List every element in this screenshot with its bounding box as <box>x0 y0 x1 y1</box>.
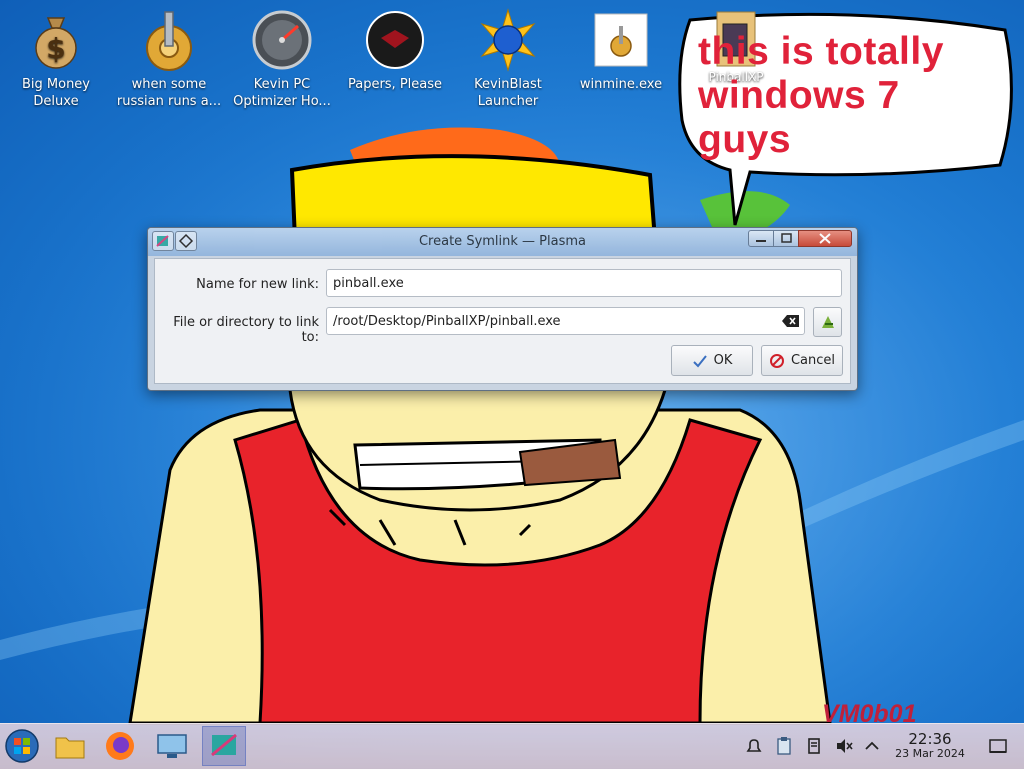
executable-file-icon <box>594 13 648 67</box>
browse-button[interactable] <box>813 307 842 337</box>
checkmark-icon <box>692 354 707 367</box>
desktop-icon-big-money-deluxe[interactable]: $ Big Money Deluxe <box>0 8 112 110</box>
starburst-globe-icon <box>480 8 536 72</box>
name-label: Name for new link: <box>196 277 319 292</box>
firefox-icon <box>106 732 134 760</box>
minimize-button[interactable] <box>748 230 774 247</box>
taskbar-create-symlink-window[interactable] <box>202 726 246 766</box>
dialog-content: Name for new link: pinball.exe File or d… <box>154 258 851 384</box>
ok-label: OK <box>713 353 733 368</box>
cancel-label: Cancel <box>790 353 836 368</box>
notifications-bell-icon[interactable] <box>744 736 764 756</box>
desktop-icon-kevin-pc-optimizer[interactable]: Kevin PC Optimizer Ho... <box>226 8 338 110</box>
close-button[interactable] <box>798 230 852 247</box>
desktop-icon-kevinblast-launcher[interactable]: KevinBlast Launcher <box>452 8 564 110</box>
close-icon <box>819 233 831 244</box>
open-folder-icon <box>821 316 834 328</box>
kde-app-icon <box>211 733 237 757</box>
clipboard-icon[interactable] <box>774 736 794 756</box>
maximize-button[interactable] <box>773 230 799 247</box>
cancel-icon <box>769 353 784 368</box>
monitor-settings-icon <box>157 734 187 758</box>
desktop-icon-label: Papers, Please <box>347 77 443 92</box>
minimize-icon <box>756 240 766 242</box>
money-bag-icon: $ <box>35 17 77 69</box>
taskbar <box>0 723 1024 769</box>
speech-bubble-text: this is totally windows 7 guys <box>698 30 944 161</box>
desktop-icon-label: Big Money Deluxe <box>21 77 90 109</box>
clock-time[interactable]: 22:36 <box>890 730 970 748</box>
gear-icon <box>146 11 192 71</box>
clock-date[interactable]: 23 Mar 2024 <box>884 747 976 760</box>
desktop-icon-label: when some russian runs a... <box>116 77 222 109</box>
create-symlink-dialog: Create Symlink — Plasma Name for new lin… <box>147 227 858 391</box>
show-desktop-icon[interactable] <box>988 736 1008 756</box>
chevron-up-icon[interactable] <box>862 736 882 756</box>
name-input[interactable]: pinball.exe <box>326 269 842 297</box>
desktop-icon-russian-runs[interactable]: when some russian runs a... <box>113 8 225 110</box>
device-notifier-icon[interactable] <box>804 736 824 756</box>
taskbar-firefox[interactable] <box>98 726 142 766</box>
target-path-value: /root/Desktop/PinballXP/pinball.exe <box>333 314 561 329</box>
desktop-icon-papers-please[interactable]: Papers, Please <box>339 8 451 93</box>
svg-text:$: $ <box>46 32 65 65</box>
desktop-icon-label: Kevin PC Optimizer Ho... <box>233 77 331 109</box>
target-label: File or directory to link to: <box>173 315 319 345</box>
clear-text-icon[interactable] <box>782 314 800 328</box>
start-button[interactable] <box>0 726 44 766</box>
volume-muted-icon[interactable] <box>834 736 854 756</box>
start-orb-icon <box>5 729 39 763</box>
ok-button[interactable]: OK <box>671 345 753 376</box>
taskbar-system-settings[interactable] <box>150 726 194 766</box>
cancel-button[interactable]: Cancel <box>761 345 843 376</box>
papers-please-icon <box>366 11 424 69</box>
maximize-icon <box>781 233 792 243</box>
desktop-icon-label: winmine.exe <box>579 77 663 92</box>
taskbar-file-manager[interactable] <box>48 726 92 766</box>
target-path-input[interactable]: /root/Desktop/PinballXP/pinball.exe <box>326 307 805 335</box>
speedometer-icon <box>252 10 312 70</box>
dialog-titlebar[interactable]: Create Symlink — Plasma <box>148 228 857 256</box>
folder-icon <box>55 737 85 759</box>
desktop-icon-winmine[interactable]: winmine.exe <box>565 8 677 93</box>
desktop-icon-label: KevinBlast Launcher <box>474 77 542 109</box>
